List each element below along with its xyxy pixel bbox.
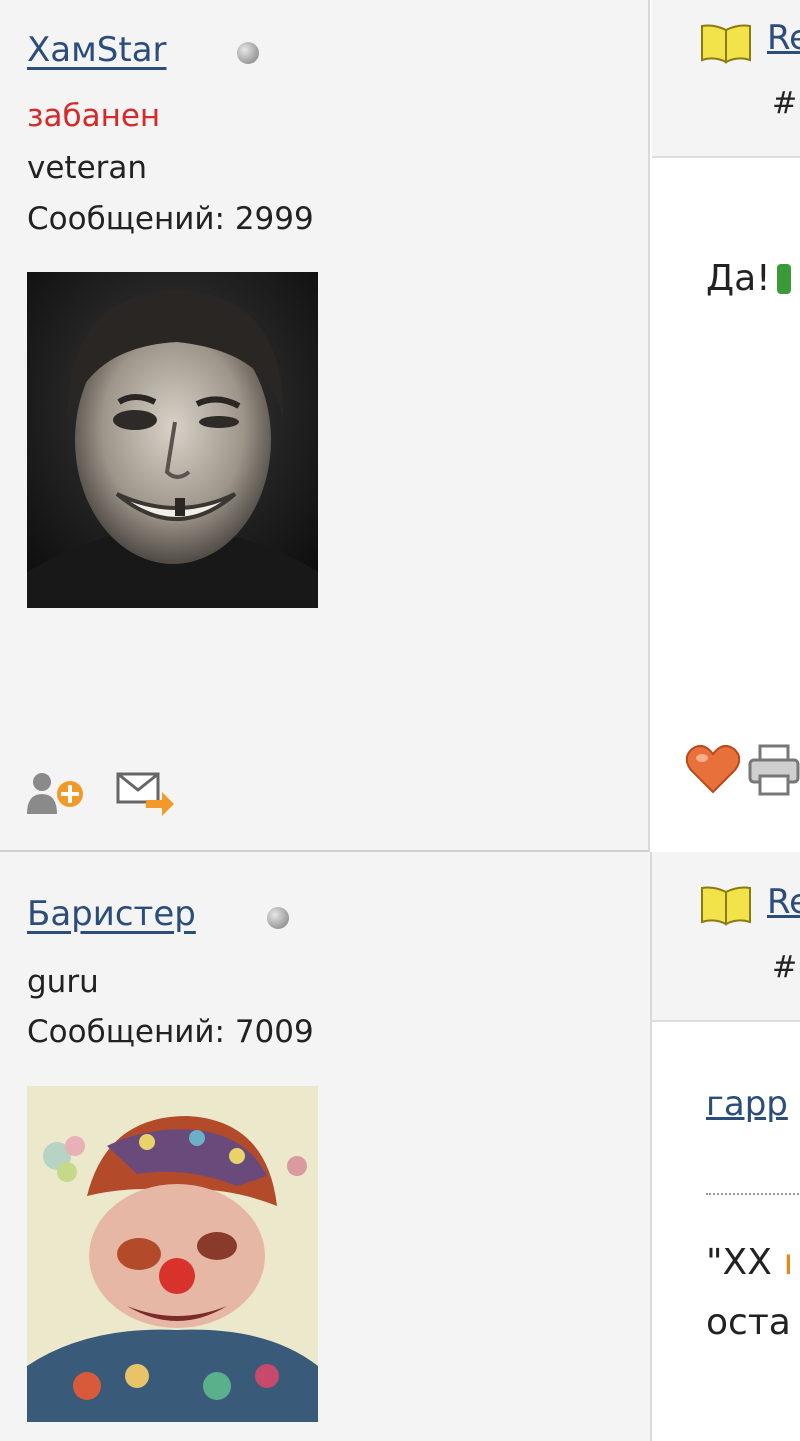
post-header: Re # (652, 0, 800, 158)
status-dot-icon (237, 42, 259, 64)
message-text: Да! (706, 258, 791, 299)
avatar (27, 1086, 318, 1422)
banned-label: забанен (27, 98, 161, 134)
username-link[interactable]: Баристер (27, 894, 196, 934)
post-number-link[interactable]: # (772, 86, 797, 121)
post-2: Баристер guru Сообщений: 7009 Re # гарр … (0, 852, 800, 1441)
quote-author-link[interactable]: гарр (706, 1084, 788, 1124)
post-content: Re # Да! (652, 0, 800, 852)
username-link[interactable]: XамStar (27, 30, 167, 70)
status-dot-icon (267, 907, 289, 929)
send-message-icon[interactable] (116, 770, 176, 822)
heart-icon[interactable] (685, 744, 741, 798)
open-book-icon (700, 22, 752, 68)
post-count: Сообщений: 2999 (27, 201, 314, 237)
post-1: XамStar забанен veteran Сообщений: 2999 (0, 0, 800, 852)
post-count: Сообщений: 7009 (27, 1014, 314, 1050)
printer-icon[interactable] (748, 744, 800, 800)
post-header: Re # (652, 852, 800, 1022)
signature-line-1: "XX ı (706, 1242, 793, 1283)
post-title-link[interactable]: Re (767, 882, 800, 922)
signature-text-b: ı (783, 1242, 794, 1283)
signature-line-2: оста (706, 1302, 791, 1343)
post-title-link[interactable]: Re (767, 18, 800, 58)
smiley-icon (776, 264, 791, 294)
post-content: Re # гарр "XX ı оста (652, 852, 800, 1441)
signature-divider (706, 1193, 800, 1195)
signature-text-a: "XX (706, 1242, 784, 1283)
user-sidebar: XамStar забанен veteran Сообщений: 2999 (0, 0, 650, 852)
avatar (27, 272, 318, 608)
add-friend-icon[interactable] (26, 770, 86, 822)
message-body: Да! (706, 258, 771, 299)
user-rank: veteran (27, 150, 148, 186)
post-number-link[interactable]: # (772, 950, 797, 985)
open-book-icon (700, 884, 752, 930)
user-rank: guru (27, 964, 99, 1000)
user-sidebar: Баристер guru Сообщений: 7009 (0, 852, 652, 1441)
